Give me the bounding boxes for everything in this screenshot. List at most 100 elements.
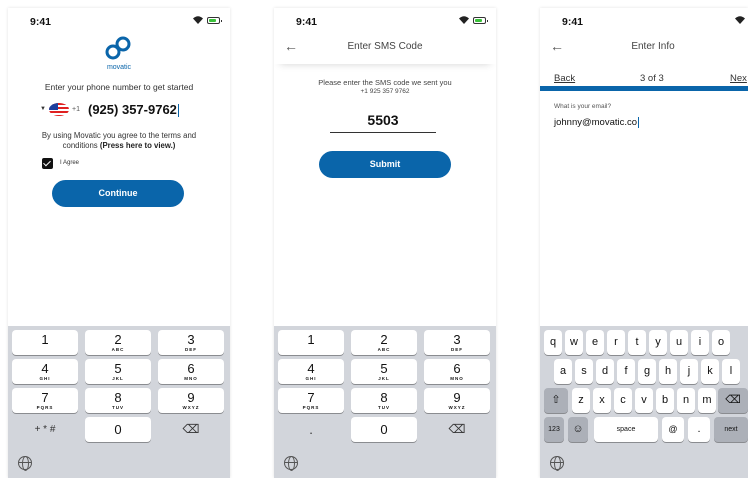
delete-key[interactable]: ⌫ bbox=[718, 388, 748, 413]
key-3[interactable]: 3 DEF bbox=[158, 330, 224, 355]
back-link[interactable]: Back bbox=[554, 73, 575, 84]
status-bar: 9:41 bbox=[8, 8, 230, 34]
key-e[interactable]: e bbox=[586, 330, 604, 355]
enter-info-screen: 9:41 ← Enter Info Back 3 of 3 Nex What i… bbox=[540, 8, 748, 478]
key-digit: 8 bbox=[114, 390, 122, 405]
key-9[interactable]: 9 WXYZ bbox=[158, 388, 224, 413]
agree-checkbox[interactable] bbox=[42, 158, 53, 169]
key-1[interactable]: 1 bbox=[278, 330, 344, 355]
key-s[interactable]: s bbox=[575, 359, 593, 384]
status-time: 9:41 bbox=[562, 16, 584, 28]
key-m[interactable]: m bbox=[698, 388, 716, 413]
next-key[interactable]: next bbox=[714, 417, 748, 442]
globe-icon[interactable] bbox=[284, 456, 298, 471]
key-digit: 5 bbox=[114, 361, 122, 376]
key-digit: 2 bbox=[380, 332, 388, 347]
brand-name: movatic bbox=[106, 64, 132, 71]
email-field[interactable]: johnny@movatic.co bbox=[554, 117, 640, 128]
status-time: 9:41 bbox=[296, 16, 318, 28]
key-letters: ABC bbox=[111, 347, 125, 352]
next-link[interactable]: Nex bbox=[730, 73, 747, 84]
key-h[interactable]: h bbox=[659, 359, 677, 384]
key-l[interactable]: l bbox=[722, 359, 740, 384]
key-symbols[interactable]: + * # bbox=[12, 417, 78, 442]
key-w[interactable]: w bbox=[565, 330, 583, 355]
key-r[interactable]: r bbox=[607, 330, 625, 355]
key-letters: MNO bbox=[450, 376, 464, 381]
key-d[interactable]: d bbox=[596, 359, 614, 384]
key-letters: JKL bbox=[112, 376, 124, 381]
submit-button[interactable]: Submit bbox=[319, 151, 451, 178]
battery-icon bbox=[207, 17, 222, 24]
continue-button[interactable]: Continue bbox=[52, 180, 184, 207]
key-3[interactable]: 3 DEF bbox=[424, 330, 490, 355]
chevron-down-icon[interactable]: ▼ bbox=[40, 106, 46, 112]
at-key[interactable]: @ bbox=[662, 417, 684, 442]
key-8[interactable]: 8 TUV bbox=[85, 388, 151, 413]
sms-phone-number: +1 925 357 9762 bbox=[360, 88, 410, 95]
key-2[interactable]: 2 ABC bbox=[85, 330, 151, 355]
key-symbols-label: + * # bbox=[34, 424, 56, 435]
key-7[interactable]: 7 PQRS bbox=[12, 388, 78, 413]
period-key[interactable]: . bbox=[688, 417, 710, 442]
wifi-icon bbox=[459, 16, 469, 24]
globe-icon[interactable] bbox=[18, 456, 32, 471]
terms-link[interactable]: (Press here to view.) bbox=[100, 141, 176, 150]
key-g[interactable]: g bbox=[638, 359, 656, 384]
backspace-icon: ⌫ bbox=[182, 422, 200, 436]
key-q[interactable]: q bbox=[544, 330, 562, 355]
key-9[interactable]: 9 WXYZ bbox=[424, 388, 490, 413]
key-digit: 6 bbox=[453, 361, 461, 376]
key-0[interactable]: 0 bbox=[351, 417, 417, 442]
key-i[interactable]: i bbox=[691, 330, 709, 355]
key-4[interactable]: 4 GHI bbox=[278, 359, 344, 384]
key-4[interactable]: 4 GHI bbox=[12, 359, 78, 384]
key-j[interactable]: j bbox=[680, 359, 698, 384]
key-z[interactable]: z bbox=[572, 388, 590, 413]
key-6[interactable]: 6 MNO bbox=[158, 359, 224, 384]
key-letters: WXYZ bbox=[448, 405, 466, 410]
key-v[interactable]: v bbox=[635, 388, 653, 413]
key-y[interactable]: y bbox=[649, 330, 667, 355]
wifi-icon bbox=[735, 16, 745, 24]
key-letters: GHI bbox=[305, 376, 317, 381]
country-code: +1 bbox=[72, 106, 80, 113]
progress-fill bbox=[540, 86, 748, 91]
us-flag-icon[interactable] bbox=[49, 103, 69, 116]
key-c[interactable]: c bbox=[614, 388, 632, 413]
key-6[interactable]: 6 MNO bbox=[424, 359, 490, 384]
key-8[interactable]: 8 TUV bbox=[351, 388, 417, 413]
globe-icon[interactable] bbox=[550, 456, 564, 471]
key-7[interactable]: 7 PQRS bbox=[278, 388, 344, 413]
page-title: Enter SMS Code bbox=[347, 41, 423, 52]
key-k[interactable]: k bbox=[701, 359, 719, 384]
space-key[interactable]: space bbox=[594, 417, 658, 442]
key-letters: PQRS bbox=[36, 405, 54, 410]
key-b[interactable]: b bbox=[656, 388, 674, 413]
key-letters: JKL bbox=[378, 376, 390, 381]
key-u[interactable]: u bbox=[670, 330, 688, 355]
shift-key[interactable]: ⇧ bbox=[544, 388, 568, 413]
key-2[interactable]: 2 ABC bbox=[351, 330, 417, 355]
key-o[interactable]: o bbox=[712, 330, 730, 355]
key-5[interactable]: 5 JKL bbox=[351, 359, 417, 384]
key-f[interactable]: f bbox=[617, 359, 635, 384]
emoji-icon[interactable]: ☺ bbox=[568, 417, 588, 442]
key-n[interactable]: n bbox=[677, 388, 695, 413]
key-a[interactable]: a bbox=[554, 359, 572, 384]
sms-code-input[interactable]: 5503 bbox=[330, 112, 436, 133]
key-dot-label: . bbox=[309, 422, 313, 437]
phone-number-input[interactable]: (925) 357-9762 bbox=[88, 102, 179, 118]
key-dot[interactable]: . bbox=[278, 417, 344, 442]
key-digit: 9 bbox=[453, 390, 461, 405]
delete-key[interactable]: ⌫ bbox=[424, 417, 490, 442]
numbers-key[interactable]: 123 bbox=[544, 417, 564, 442]
key-x[interactable]: x bbox=[593, 388, 611, 413]
key-0[interactable]: 0 bbox=[85, 417, 151, 442]
key-digit: 0 bbox=[380, 422, 388, 437]
delete-key[interactable]: ⌫ bbox=[158, 417, 224, 442]
key-1[interactable]: 1 bbox=[12, 330, 78, 355]
key-5[interactable]: 5 JKL bbox=[85, 359, 151, 384]
key-t[interactable]: t bbox=[628, 330, 646, 355]
phone-input-row[interactable]: ▼ +1 (925) 357-9762 bbox=[40, 100, 200, 122]
